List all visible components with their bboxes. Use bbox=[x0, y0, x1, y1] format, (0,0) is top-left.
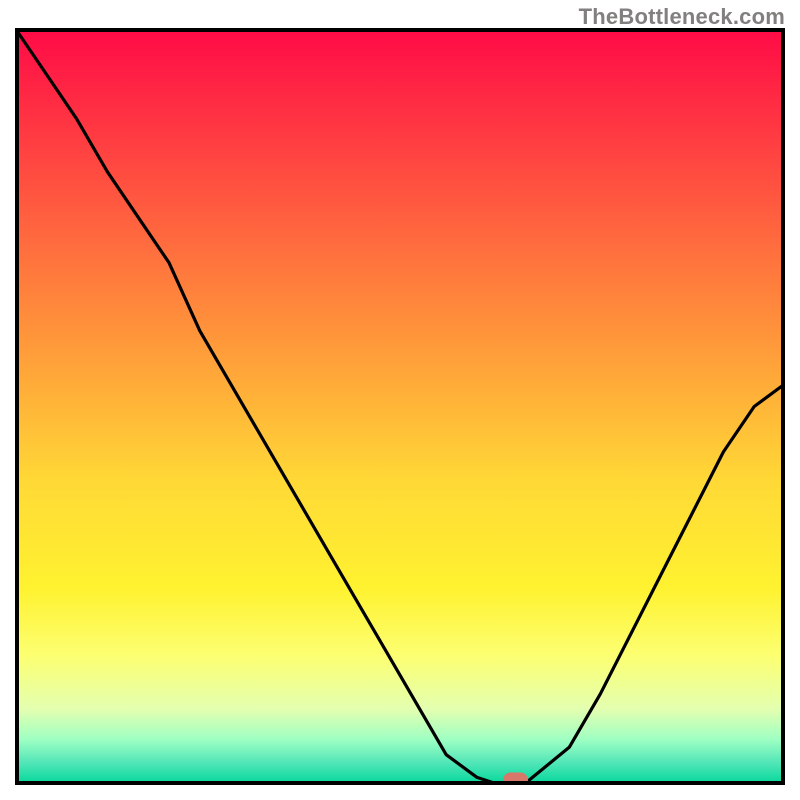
curve-layer bbox=[15, 28, 785, 785]
chart-frame: TheBottleneck.com bbox=[0, 0, 800, 800]
optimal-marker bbox=[504, 773, 528, 785]
plot-area bbox=[15, 28, 785, 785]
watermark-text: TheBottleneck.com bbox=[579, 4, 785, 30]
bottleneck-curve bbox=[15, 28, 785, 785]
